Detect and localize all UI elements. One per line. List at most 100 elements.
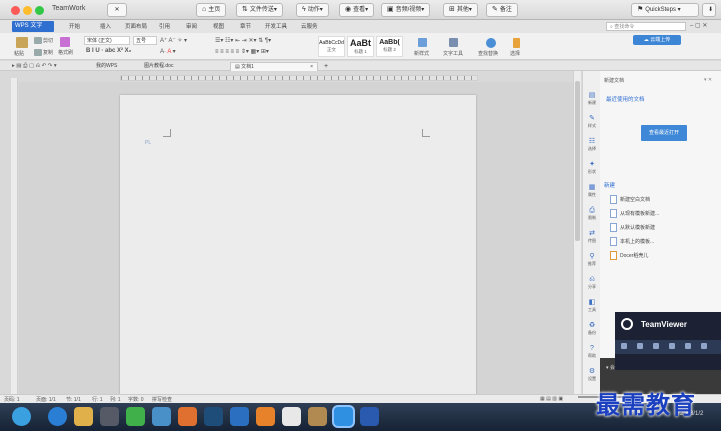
media-icon[interactable] [100,407,119,426]
font-size-select[interactable]: 五号 [133,36,157,45]
zoom-window-button[interactable] [35,6,44,15]
tab-page-layout[interactable]: 页面布局 [122,22,150,32]
view-mode-icons[interactable]: ▦ ▤ ▥ ▣ [540,396,563,402]
local-templates-item[interactable]: 本机上的模板... [610,237,654,248]
quick-access-icons[interactable]: ▸ ▤ ⎙ ▢ ⎌ ↶ ↷ ▾ [12,63,57,70]
new-blank-document-item[interactable]: 新建空白文档 [610,195,650,206]
side-icon-12[interactable]: ⚙ 设置 [585,367,599,387]
tab-cloud[interactable]: 云服务 [298,22,321,32]
recent-documents-link[interactable]: 最近使用的文档 [606,95,645,103]
toolbar-audio-video-button[interactable]: ▣ 音频/视频▾ [381,3,431,17]
new-tab-button[interactable]: + [320,62,332,71]
side-icon-10[interactable]: ♻ 备份 [585,321,599,341]
tv-video-icon[interactable] [653,343,659,349]
alignment-icon[interactable]: ≡ ≡ ≡ ≡ ≡ ⇕▾ ▦▾ ⊞▾ [215,48,269,55]
tab-insert[interactable]: 插入 [97,22,114,32]
style-heading-1[interactable]: AaBt 标题 1 [347,36,374,57]
globe-icon[interactable] [230,407,249,426]
document-page[interactable]: PL [120,95,476,395]
folder-icon[interactable] [74,407,93,426]
tv-arrow-icon[interactable] [685,343,691,349]
side-icon-8[interactable]: ⎌ 分享 [585,275,599,295]
document-canvas[interactable]: PL [19,82,573,395]
new-from-default-template-item[interactable]: 从默认模板新建 [610,223,655,234]
tab-chapter[interactable]: 章节 [237,22,254,32]
toolbar-note-button[interactable]: ✎ 备注 [486,3,518,17]
game-icon[interactable] [308,407,327,426]
cut-icon[interactable] [34,37,42,44]
new-from-template-item[interactable]: 从现有模板新建... [610,209,659,220]
select-cursor-icon[interactable] [513,38,520,48]
side-icon-9[interactable]: ◧ 工具 [585,298,599,318]
paste-icon[interactable] [16,37,28,48]
wps-menu-button[interactable]: WPS 文字 [12,21,54,32]
font-grow-shrink-icon[interactable]: A⁺ A⁻ ✧ ▾ [160,37,187,44]
teamviewer-widget[interactable]: TeamViewer [615,312,721,370]
tab-view[interactable]: 视图 [210,22,227,32]
side-icon-3[interactable]: ✦ 形状 [585,160,599,180]
side-icon-7[interactable]: ⚲ 推荐 [585,252,599,272]
start-orb-icon[interactable] [12,407,31,426]
copy-icon[interactable] [34,49,42,56]
doc-tab-tutorial[interactable]: 图片教程.doc [140,62,177,71]
view-recent-button[interactable]: 查看最近打开 [641,125,687,141]
ie-icon[interactable] [48,407,67,426]
tab-developer[interactable]: 开发工具 [262,22,290,32]
status-spellcheck[interactable]: 拼写检查 [152,396,172,403]
scrollbar-thumb[interactable] [575,81,580,241]
wps-writer-icon[interactable] [334,407,353,426]
minimize-window-button[interactable] [23,6,32,15]
side-icon-11[interactable]: ? 帮助 [585,344,599,364]
close-tab-icon[interactable]: × [310,63,313,72]
tab-home[interactable]: 开始 [66,22,83,32]
find-replace-icon[interactable] [486,38,496,48]
toolbar-action-button[interactable]: ϟ 动作▾ [296,3,329,17]
toolbar-file-transfer-button[interactable]: ⇅ 文件传送▾ [236,3,283,17]
bold-italic-underline-icon[interactable]: B I U · abc X² X₂ [86,48,131,54]
side-icon-4[interactable]: ▦ 属性 [585,183,599,203]
toolbar-view-button[interactable]: ◉ 查看▾ [339,3,375,17]
side-icon-5[interactable]: ⎙ 限制 [585,206,599,226]
side-icon-6[interactable]: ⇄ 传图 [585,229,599,249]
tv-file-icon[interactable] [669,343,675,349]
side-icon-label: 样式 [588,123,596,128]
network-icon[interactable] [152,407,171,426]
basketball-icon[interactable] [178,407,197,426]
qq-browser-icon[interactable] [126,407,145,426]
tab-references[interactable]: 引用 [156,22,173,32]
style-heading-2[interactable]: AaBb( 标题 2 [376,36,403,57]
text-tools-icon[interactable] [449,38,458,47]
qq-icon[interactable] [282,407,301,426]
teamviewer-icon[interactable] [360,407,379,426]
format-painter-icon[interactable] [60,37,70,47]
tv-expand-icon[interactable] [701,343,707,349]
new-style-icon[interactable] [418,38,427,47]
doc-tab-my-wps[interactable]: 我的WPS [92,62,121,71]
toolbar-home-button[interactable]: ⌂ 主页 [196,3,227,17]
vertical-scrollbar[interactable] [573,71,581,394]
style-normal[interactable]: AaBbCcDd 正文 [318,36,345,57]
close-session-button[interactable]: ✕ [107,3,127,17]
tv-chat-icon[interactable] [637,343,643,349]
download-button[interactable]: ⬇ [702,3,716,17]
doc-tab-document1[interactable]: ▤ 文档1 × [230,62,318,71]
list-indent-icon[interactable]: ☰▾ ☷▾ ⇤ ⇥ ✕▾ ⇅ ¶▾ [215,37,271,44]
tab-review[interactable]: 审阅 [183,22,200,32]
cloud-upload-button[interactable]: ☁ 云端上传 [633,35,681,45]
window-controls-icon[interactable]: – ▢ ✕ [690,22,707,29]
side-icon-0[interactable]: ▤ 新建 [585,91,599,111]
docer-item[interactable]: Docer稻壳儿 [610,251,648,262]
tv-close-icon[interactable] [621,343,627,349]
quicksteps-button[interactable]: ⚑ QuickSteps ▾ [631,3,699,17]
side-icon-1[interactable]: ✎ 样式 [585,114,599,134]
font-name-select[interactable]: 宋体 (正文) [84,36,130,45]
pane-options-icon[interactable]: ▾ ✕ [704,77,712,83]
side-icon-2[interactable]: ☷ 选择 [585,137,599,157]
firefox-icon[interactable] [256,407,275,426]
command-search-input[interactable]: ⌕ 查找命令 [606,22,686,31]
highlight-font-color-icon[interactable]: A· A ▾ [160,48,176,55]
photoshop-icon[interactable] [204,407,223,426]
status-word-count: 字数: 0 [128,397,144,403]
toolbar-more-button[interactable]: ⊞ 其他▾ [443,3,478,17]
close-window-button[interactable] [11,6,20,15]
